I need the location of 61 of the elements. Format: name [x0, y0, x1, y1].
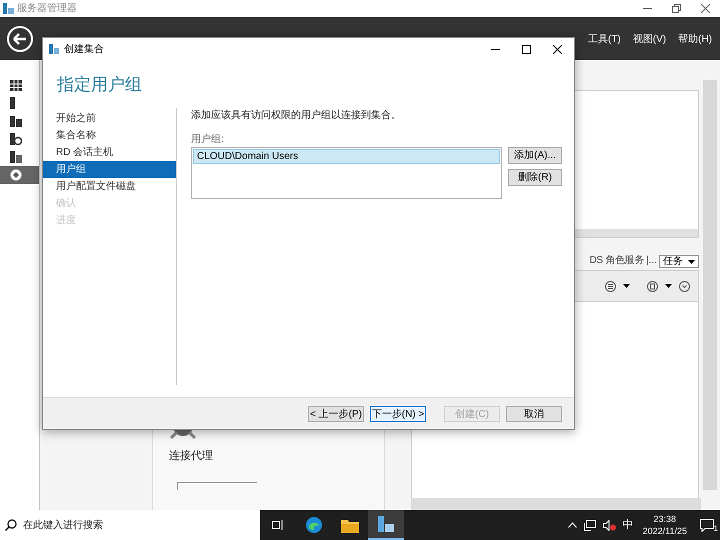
dialog-title: 创建集合 [64, 42, 104, 56]
menu-item[interactable]: 视图(V) [632, 32, 666, 47]
list-label: 用户组: [191, 132, 225, 147]
dashboard-icon [10, 80, 22, 90]
network-icon[interactable] [584, 520, 596, 530]
caret-icon [688, 260, 695, 264]
menu-item[interactable]: 工具(T) [588, 32, 621, 47]
server-manager-icon [3, 3, 14, 14]
wizard-step[interactable]: 开始之前 [43, 110, 176, 127]
wizard-step[interactable]: RD 会话主机 [43, 144, 176, 161]
expand-icon[interactable] [679, 280, 690, 292]
notification-icon[interactable] [700, 518, 714, 532]
filter-icon[interactable] [647, 280, 658, 292]
sidebar-item[interactable] [0, 166, 39, 184]
footer-button[interactable]: 取消 [506, 406, 562, 422]
search-field[interactable]: 在此键入进行搜索 [0, 510, 260, 540]
search-input[interactable]: 在此键入进行搜索 [23, 518, 260, 532]
dialog-icon [49, 44, 59, 54]
muted-speaker-icon[interactable] [602, 520, 616, 530]
caret-icon [623, 284, 630, 288]
maximize-icon[interactable] [522, 44, 531, 54]
vertical-scrollbar[interactable] [703, 80, 717, 490]
menu-item[interactable]: 帮助(H) [678, 32, 712, 47]
servers-icon [10, 116, 22, 126]
list-item[interactable]: CLOUD\Domain Users [193, 149, 500, 164]
caret-icon [665, 284, 672, 288]
back-icon[interactable] [7, 26, 33, 52]
list-icon[interactable] [605, 280, 616, 292]
dialog-heading: 指定用户组 [57, 74, 143, 96]
browser-icon[interactable] [305, 516, 323, 534]
server-manager-icon [377, 515, 395, 533]
clock[interactable]: 23:38 2022/11/25 [640, 513, 689, 537]
restore-icon[interactable] [672, 4, 681, 13]
close-icon[interactable] [553, 44, 562, 54]
list-action-button[interactable]: 添加(A)... [508, 147, 562, 164]
roles-label: DS 角色服务 [589, 254, 644, 268]
more-label: |... [646, 254, 657, 268]
chevron-up-icon[interactable] [568, 522, 577, 528]
remote-desktop-icon [10, 169, 22, 181]
user-group-list[interactable]: CLOUD\Domain Users [191, 147, 502, 199]
tasks-dropdown[interactable]: 任务 [659, 255, 699, 268]
notification-count: 1 [714, 524, 718, 532]
horizontal-scrollbar[interactable] [411, 498, 701, 510]
search-icon[interactable] [5, 519, 17, 531]
broker-label: 连接代理 [169, 448, 214, 464]
ime-indicator[interactable]: 中 [622, 516, 634, 534]
minimize-icon[interactable] [491, 48, 500, 50]
storage-icon [10, 151, 22, 163]
server-manager-taskbar-button[interactable] [368, 510, 404, 540]
task-view-icon[interactable] [272, 519, 284, 531]
footer-button[interactable]: 下一步(N) > [370, 406, 426, 422]
server-icon [10, 97, 15, 109]
file-server-icon [10, 133, 22, 145]
list-action-button[interactable]: 删除(R) [508, 169, 562, 186]
window-title: 服务器管理器 [17, 2, 77, 16]
wizard-step[interactable]: 用户组 [43, 161, 176, 178]
folder-icon[interactable] [341, 518, 359, 532]
wizard-step[interactable]: 用户配置文件磁盘 [43, 178, 176, 195]
wizard-step[interactable]: 集合名称 [43, 127, 176, 144]
description: 添加应该具有访问权限的用户组以连接到集合。 [191, 108, 402, 123]
footer-button[interactable]: < 上一步(P) [308, 406, 364, 422]
